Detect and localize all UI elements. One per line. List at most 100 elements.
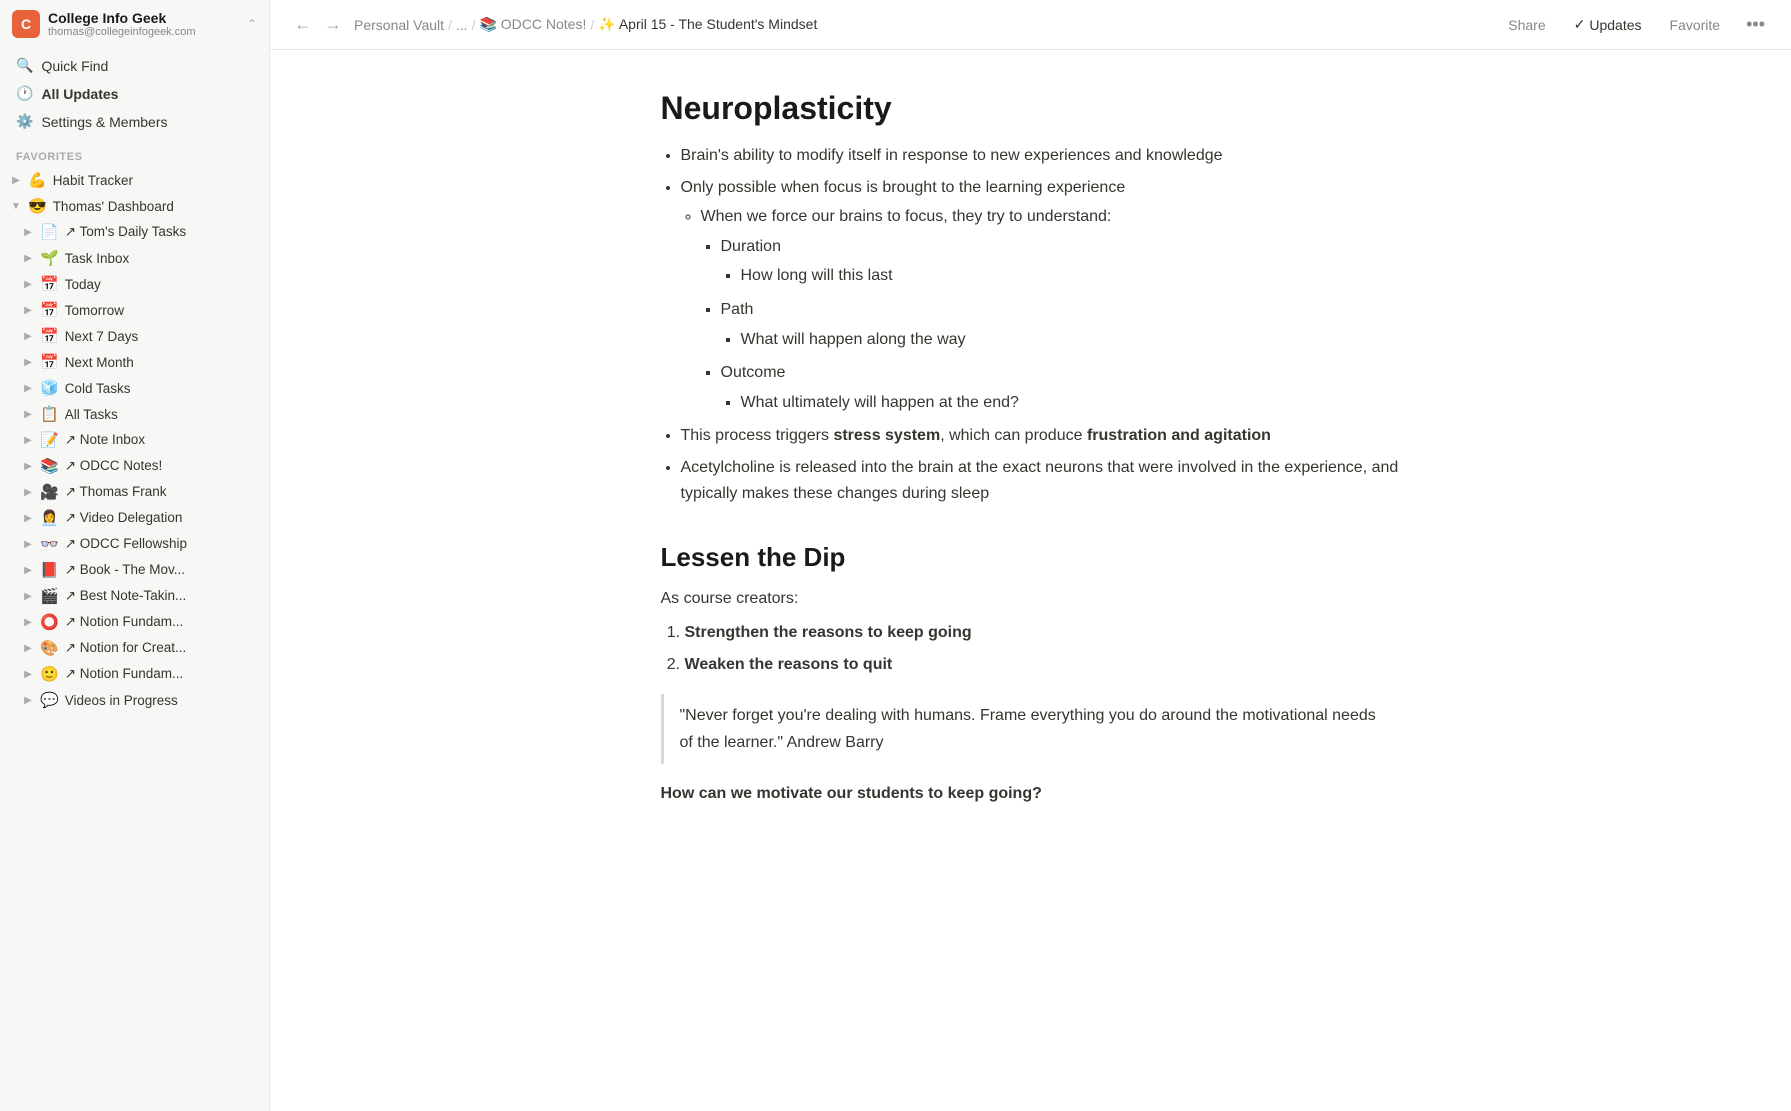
settings-label: Settings & Members bbox=[41, 114, 167, 130]
item-icon: 🌱 bbox=[40, 249, 59, 267]
person-icon: 👩‍💼 bbox=[40, 509, 59, 527]
toggle-icon[interactable]: ▶ bbox=[20, 458, 36, 474]
toggle-icon[interactable]: ▶ bbox=[20, 276, 36, 292]
toggle-icon[interactable]: ▶ bbox=[20, 224, 36, 240]
workspace-info: College Info Geek thomas@collegeinfogeek… bbox=[48, 10, 239, 38]
sidebar-item-notion-fundam2[interactable]: ▶ 🙂 ↗ Notion Fundam... bbox=[0, 661, 269, 687]
gear-icon: ⚙️ bbox=[16, 113, 33, 130]
workspace-email: thomas@collegeinfogeek.com bbox=[48, 26, 239, 38]
toggle-icon[interactable]: ▶ bbox=[20, 250, 36, 266]
toggle-icon[interactable]: ▼ bbox=[8, 198, 24, 214]
item-label: Thomas' Dashboard bbox=[53, 199, 174, 214]
item-label: ↗ Notion Fundam... bbox=[65, 666, 184, 682]
sidebar-item-video-delegation[interactable]: ▶ 👩‍💼 ↗ Video Delegation bbox=[0, 505, 269, 531]
toggle-icon[interactable]: ▶ bbox=[20, 562, 36, 578]
breadcrumb-odcc-notes[interactable]: 📚 ODCC Notes! bbox=[479, 16, 586, 33]
item-label: Today bbox=[65, 277, 101, 292]
bullet-how-long: How long will this last bbox=[741, 263, 1401, 289]
palette-icon: 🎨 bbox=[40, 639, 59, 657]
toggle-icon[interactable]: ▶ bbox=[20, 666, 36, 682]
toggle-icon[interactable]: ▶ bbox=[20, 432, 36, 448]
sidebar-item-next-7-days[interactable]: ▶ 📅 Next 7 Days bbox=[0, 323, 269, 349]
settings-nav[interactable]: ⚙️ Settings & Members bbox=[8, 108, 261, 135]
updates-button[interactable]: ✓ Updates bbox=[1566, 12, 1650, 37]
bold-frustration: frustration and agitation bbox=[1087, 427, 1271, 444]
toggle-icon[interactable]: ▶ bbox=[20, 614, 36, 630]
sidebar-item-notion-creat[interactable]: ▶ 🎨 ↗ Notion for Creat... bbox=[0, 635, 269, 661]
section2-title: Lessen the Dip bbox=[661, 542, 1401, 573]
favorites-tree: ▶ 💪 Habit Tracker ▼ 😎 Thomas' Dashboard … bbox=[0, 167, 269, 713]
sidebar-item-videos-in-progress[interactable]: ▶ 💬 Videos in Progress bbox=[0, 687, 269, 713]
circle-icon: ⭕ bbox=[40, 613, 59, 631]
bullet-stress-system: This process triggers stress system, whi… bbox=[681, 423, 1401, 449]
calendar-17-icon: 📅 bbox=[40, 301, 59, 319]
sidebar-item-tomorrow[interactable]: ▶ 📅 Tomorrow bbox=[0, 297, 269, 323]
breadcrumb-personal-vault[interactable]: Personal Vault bbox=[354, 17, 444, 33]
bullet-neuroplasticity-1: Brain's ability to modify itself in resp… bbox=[681, 143, 1401, 169]
item-label: ↗ Best Note-Takin... bbox=[65, 588, 187, 604]
sidebar-item-toms-daily-tasks[interactable]: ▶ 📄 ↗ Tom's Daily Tasks bbox=[0, 219, 269, 245]
calendar-16-icon: 📅 bbox=[40, 275, 59, 293]
toggle-icon[interactable]: ▶ bbox=[20, 692, 36, 708]
breadcrumb-current-page: ✨ April 15 - The Student's Mindset bbox=[598, 16, 817, 33]
item-label: All Tasks bbox=[65, 407, 118, 422]
section1-title: Neuroplasticity bbox=[661, 90, 1401, 127]
topbar: ← → Personal Vault / ... / 📚 ODCC Notes!… bbox=[270, 0, 1791, 50]
sidebar-item-notion-fundam1[interactable]: ▶ ⭕ ↗ Notion Fundam... bbox=[0, 609, 269, 635]
sidebar-item-best-note-taking[interactable]: ▶ 🎬 ↗ Best Note-Takin... bbox=[0, 583, 269, 609]
sidebar-item-odcc-notes[interactable]: ▶ 📚 ↗ ODCC Notes! bbox=[0, 453, 269, 479]
sidebar-item-book[interactable]: ▶ 📕 ↗ Book - The Mov... bbox=[0, 557, 269, 583]
item-label: Videos in Progress bbox=[65, 693, 178, 708]
toggle-icon[interactable]: ▶ bbox=[20, 640, 36, 656]
snowflake-icon: 🧊 bbox=[40, 379, 59, 397]
quick-find-nav[interactable]: 🔍 Quick Find bbox=[8, 52, 261, 79]
forward-button[interactable]: → bbox=[320, 12, 346, 37]
toggle-icon[interactable]: ▶ bbox=[8, 172, 24, 188]
topbar-actions: Share ✓ Updates Favorite ••• bbox=[1500, 12, 1771, 37]
calendar-01-icon: 📅 bbox=[40, 353, 59, 371]
sidebar-item-habit-tracker[interactable]: ▶ 💪 Habit Tracker bbox=[0, 167, 269, 193]
toggle-icon[interactable]: ▶ bbox=[20, 510, 36, 526]
favorite-button[interactable]: Favorite bbox=[1662, 13, 1729, 37]
favorites-label: FAVORITES bbox=[0, 139, 269, 167]
toggle-icon[interactable]: ▶ bbox=[20, 328, 36, 344]
toggle-icon[interactable]: ▶ bbox=[20, 588, 36, 604]
search-icon: 🔍 bbox=[16, 57, 33, 74]
back-button[interactable]: ← bbox=[290, 12, 316, 37]
sub-bullet-focus: When we force our brains to focus, they … bbox=[701, 204, 1401, 415]
updates-label: Updates bbox=[1589, 17, 1641, 33]
bold-question: How can we motivate our students to keep… bbox=[661, 780, 1401, 807]
sidebar-item-all-tasks[interactable]: ▶ 📋 All Tasks bbox=[0, 401, 269, 427]
toggle-icon[interactable]: ▶ bbox=[20, 484, 36, 500]
toggle-icon[interactable]: ▶ bbox=[20, 354, 36, 370]
toggle-icon[interactable]: ▶ bbox=[20, 380, 36, 396]
sidebar-item-thomas-frank[interactable]: ▶ 🎥 ↗ Thomas Frank bbox=[0, 479, 269, 505]
workspace-header[interactable]: C College Info Geek thomas@collegeinfoge… bbox=[0, 0, 269, 48]
all-updates-nav[interactable]: 🕐 All Updates bbox=[8, 80, 261, 107]
path-sub: What will happen along the way bbox=[741, 327, 1401, 353]
toggle-icon[interactable]: ▶ bbox=[20, 302, 36, 318]
more-options-button[interactable]: ••• bbox=[1740, 12, 1771, 37]
sidebar-item-odcc-fellowship[interactable]: ▶ 👓 ↗ ODCC Fellowship bbox=[0, 531, 269, 557]
sidebar-item-thomas-dashboard[interactable]: ▼ 😎 Thomas' Dashboard bbox=[0, 193, 269, 219]
toggle-icon[interactable]: ▶ bbox=[20, 406, 36, 422]
numbered-item-2: Weaken the reasons to quit bbox=[685, 652, 1401, 678]
sidebar-item-next-month[interactable]: ▶ 📅 Next Month bbox=[0, 349, 269, 375]
breadcrumb-sep2: / bbox=[472, 17, 476, 33]
toggle-icon[interactable]: ▶ bbox=[20, 536, 36, 552]
note-icon: 📝 bbox=[40, 431, 59, 449]
sub-bullet-duration: Duration How long will this last bbox=[721, 234, 1401, 289]
share-button[interactable]: Share bbox=[1500, 13, 1553, 37]
sidebar-item-note-inbox[interactable]: ▶ 📝 ↗ Note Inbox bbox=[0, 427, 269, 453]
breadcrumb-ellipsis[interactable]: ... bbox=[456, 17, 468, 33]
main-content: ← → Personal Vault / ... / 📚 ODCC Notes!… bbox=[270, 0, 1791, 1111]
sidebar-item-cold-tasks[interactable]: ▶ 🧊 Cold Tasks bbox=[0, 375, 269, 401]
item-label: Next Month bbox=[65, 355, 134, 370]
sidebar-item-today[interactable]: ▶ 📅 Today bbox=[0, 271, 269, 297]
sidebar-item-task-inbox[interactable]: ▶ 🌱 Task Inbox bbox=[0, 245, 269, 271]
updates-check-icon: ✓ bbox=[1574, 16, 1586, 33]
item-icon: 📄 bbox=[40, 223, 59, 241]
smiley-icon: 🙂 bbox=[40, 665, 59, 683]
speech-icon: 💬 bbox=[40, 691, 59, 709]
clipboard-icon: 📋 bbox=[40, 405, 59, 423]
